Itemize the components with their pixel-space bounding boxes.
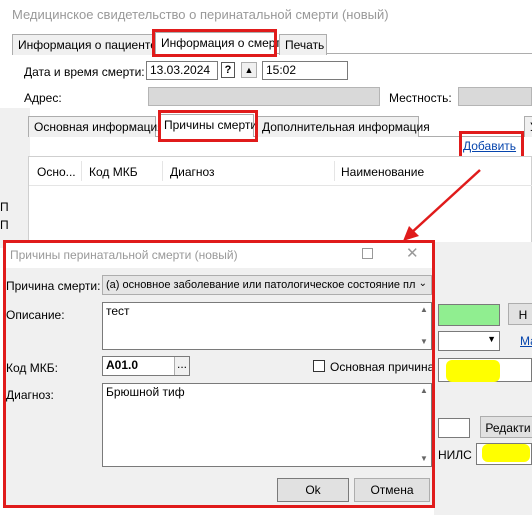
highlight-dialog [3,240,435,508]
tab-label: Печать [285,38,325,52]
side-label-2: П [0,218,9,232]
tab-additional-info[interactable]: Дополнительная информация [256,116,430,137]
chevron-down-icon: ▼ [487,334,496,344]
locality-label: Местность: [389,91,452,105]
col-divider [81,161,82,181]
col-main[interactable]: Осно... [37,165,76,179]
death-date-value: 13.03.2024 [150,63,211,77]
tab-cut-off[interactable]: У [524,116,532,137]
col-divider [162,161,163,181]
green-field [438,304,500,326]
partial-button[interactable]: Н [508,303,532,325]
death-time-field[interactable]: 15:02 [262,61,348,80]
button-label: Редакти [485,421,531,435]
tab-label: Дополнительная информация [262,120,430,134]
tab-patient-info[interactable]: Информация о пациенте [12,34,157,55]
tab-print[interactable]: Печать [279,34,327,55]
col-mkb[interactable]: Код МКБ [89,165,138,179]
death-date-field[interactable]: 13.03.2024 [146,61,218,80]
partial-link[interactable]: Ма [520,334,532,348]
tab-label: Основная информация [34,120,164,134]
annotation-arrow [403,169,481,241]
snils-label: НИЛС [438,448,472,462]
partial-dropdown[interactable]: ▼ [438,331,500,351]
death-datetime-label: Дата и время смерти: [24,65,145,79]
col-divider [334,161,335,181]
locality-field[interactable] [458,87,532,106]
main-window-title: Медицинское свидетельство о перинатально… [12,7,389,22]
redacted-block [446,360,500,382]
address-label: Адрес: [24,91,62,105]
address-field[interactable] [148,87,380,106]
highlight-causes-tab [158,110,258,142]
highlight-death-info-tab [152,29,277,57]
date-help-icon[interactable]: ? [221,62,235,78]
main-window-titlebar: Медицинское свидетельство о перинатально… [0,0,532,30]
partial-field-2[interactable] [438,418,470,438]
death-time-value: 15:02 [266,63,297,77]
redacted-block [482,444,530,462]
col-diagnosis[interactable]: Диагноз [170,165,215,179]
time-spin-up-icon[interactable]: ▲ [241,62,257,78]
tab-label: Информация о пациенте [18,38,157,52]
side-label-1: П [0,200,9,214]
button-label: Н [518,308,528,322]
edit-button[interactable]: Редакти [480,416,532,438]
tab-basic-info[interactable]: Основная информация [28,116,164,137]
